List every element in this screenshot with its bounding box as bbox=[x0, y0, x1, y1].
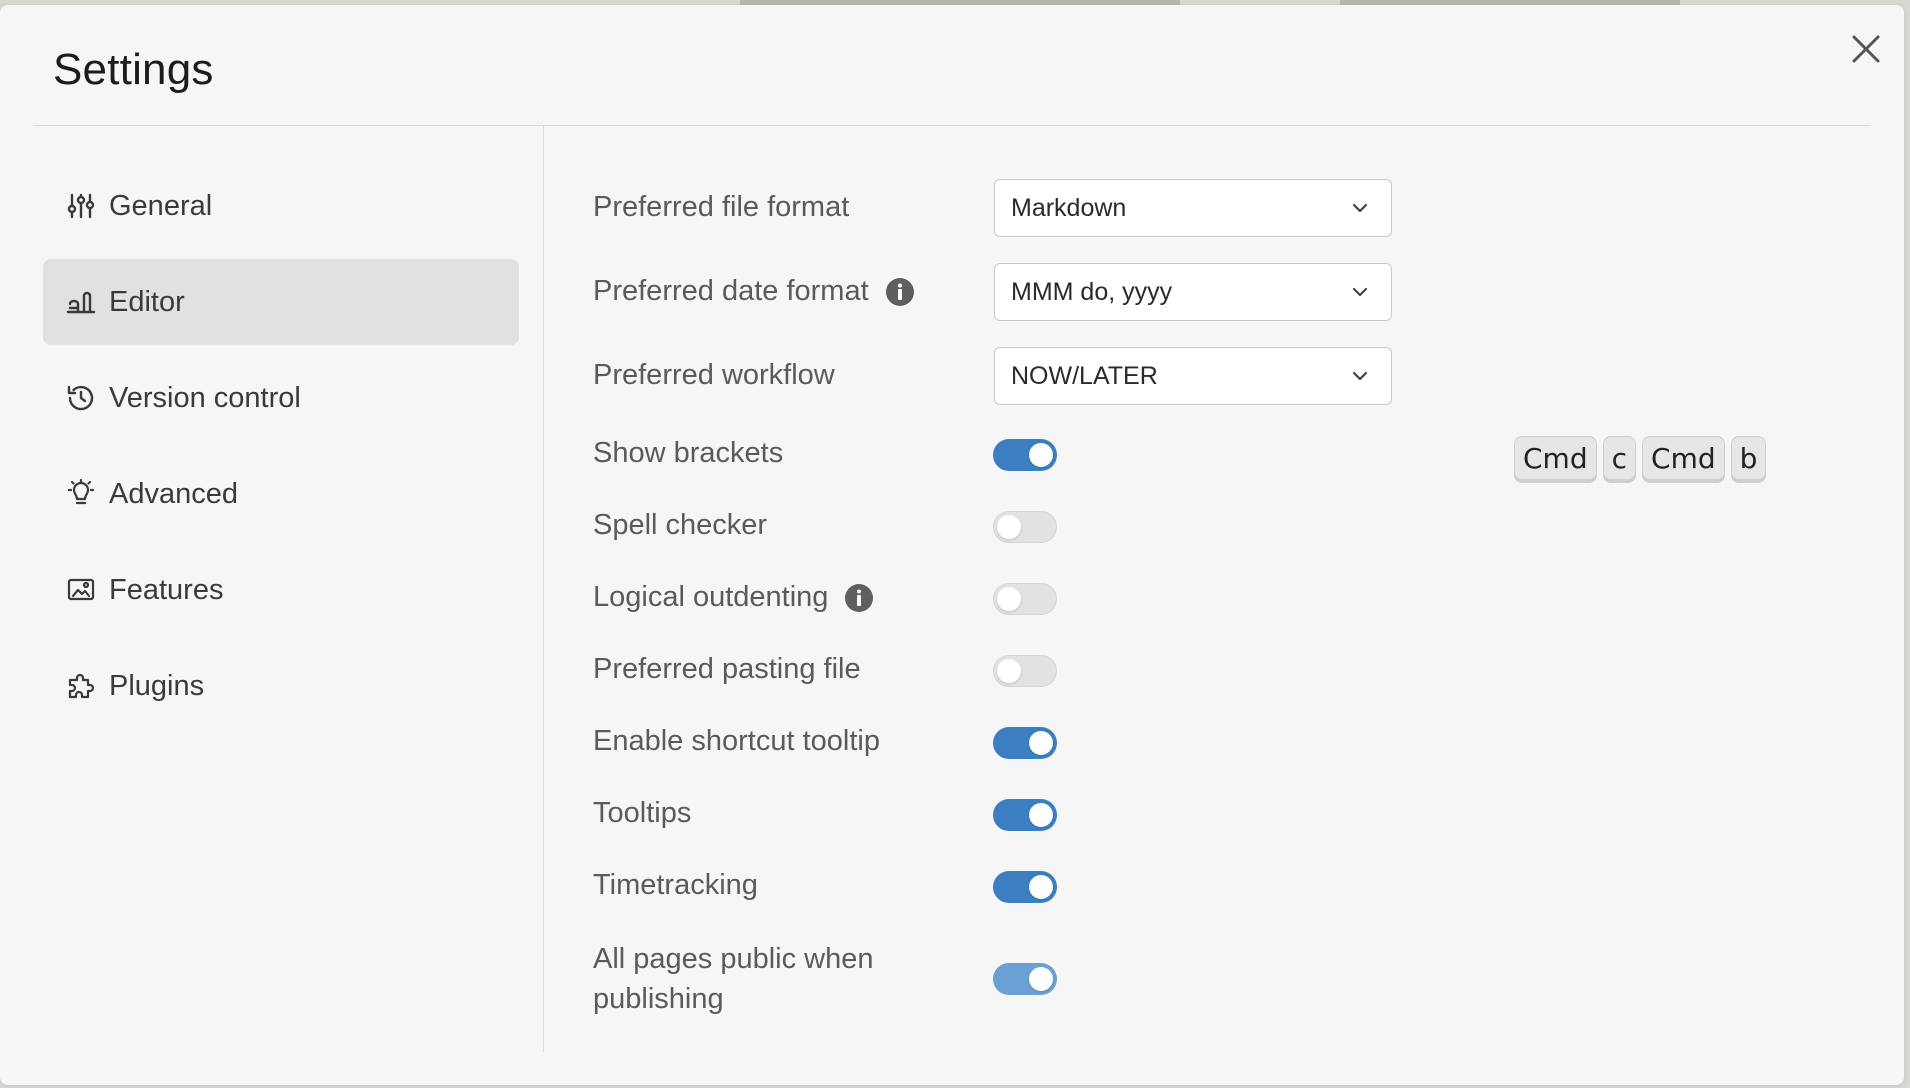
sidebar-divider bbox=[543, 126, 544, 1052]
tooltips-row: Tooltips bbox=[593, 797, 691, 830]
date-format-select[interactable]: MMM do, yyyy bbox=[994, 263, 1392, 321]
lightbulb-icon bbox=[65, 478, 97, 510]
toggle-knob bbox=[1029, 731, 1053, 755]
toggle-knob bbox=[997, 587, 1021, 611]
timetracking-toggle[interactable] bbox=[993, 871, 1057, 903]
sidebar-item-label: Version control bbox=[109, 381, 301, 414]
date-format-row: Preferred date format bbox=[593, 275, 915, 308]
toggle-knob bbox=[1029, 443, 1053, 467]
sidebar-item-plugins[interactable]: Plugins bbox=[43, 643, 519, 729]
kbd-key: c bbox=[1602, 436, 1637, 480]
puzzle-icon bbox=[65, 670, 97, 702]
show-brackets-row: Show brackets bbox=[593, 437, 783, 470]
date-format-label-text: Preferred date format bbox=[593, 275, 869, 307]
toggle-knob bbox=[997, 515, 1021, 539]
chevron-down-icon bbox=[1352, 287, 1368, 297]
shortcut-tooltip-label: Enable shortcut tooltip bbox=[593, 725, 880, 757]
history-icon bbox=[65, 382, 97, 414]
pages-public-label-line1: All pages public when bbox=[593, 943, 874, 975]
sidebar-item-label: Features bbox=[109, 573, 224, 606]
sidebar-item-general[interactable]: General bbox=[43, 163, 519, 249]
toggle-knob bbox=[1029, 967, 1053, 991]
show-brackets-label: Show brackets bbox=[593, 437, 784, 469]
sidebar-item-advanced[interactable]: Advanced bbox=[43, 451, 519, 537]
tooltips-toggle[interactable] bbox=[993, 799, 1057, 831]
shortcut-tooltip-toggle[interactable] bbox=[993, 727, 1057, 759]
sidebar-item-label: Editor bbox=[109, 285, 185, 318]
pages-public-label-line2: publishing bbox=[593, 983, 724, 1015]
pasting-file-toggle[interactable] bbox=[993, 655, 1057, 687]
close-button[interactable] bbox=[1844, 27, 1888, 71]
settings-sidebar: General Editor Version control Advanced … bbox=[43, 163, 519, 739]
sidebar-item-editor[interactable]: Editor bbox=[43, 259, 519, 345]
info-icon[interactable] bbox=[885, 277, 915, 307]
spell-checker-toggle[interactable] bbox=[993, 511, 1057, 543]
sidebar-item-label: General bbox=[109, 189, 213, 222]
sidebar-item-features[interactable]: Features bbox=[43, 547, 519, 633]
file-format-row: Preferred file format bbox=[593, 191, 849, 224]
toggle-knob bbox=[1029, 803, 1053, 827]
dialog-title: Settings bbox=[53, 45, 214, 94]
file-format-select[interactable]: Markdown bbox=[994, 179, 1392, 237]
pasting-file-row: Preferred pasting file bbox=[593, 653, 861, 686]
kbd-key: b bbox=[1730, 436, 1767, 480]
logical-outdenting-row: Logical outdenting bbox=[593, 581, 874, 614]
file-format-value: Markdown bbox=[1011, 193, 1127, 222]
logical-outdenting-toggle[interactable] bbox=[993, 583, 1057, 615]
settings-dialog: Settings General Editor Version control … bbox=[0, 5, 1904, 1085]
toggle-knob bbox=[997, 659, 1021, 683]
logical-outdenting-label-text: Logical outdenting bbox=[593, 581, 829, 613]
pages-public-row: All pages public when publishing bbox=[593, 939, 874, 1019]
logical-outdenting-label: Logical outdenting bbox=[593, 581, 874, 614]
tooltips-label: Tooltips bbox=[593, 797, 692, 829]
sidebar-item-version-control[interactable]: Version control bbox=[43, 355, 519, 441]
header-divider bbox=[33, 125, 1871, 126]
sliders-icon bbox=[65, 190, 97, 222]
shortcut-keys: Cmd c Cmd b bbox=[1514, 436, 1767, 480]
timetracking-row: Timetracking bbox=[593, 869, 758, 902]
sidebar-item-label: Advanced bbox=[109, 477, 238, 510]
sidebar-item-label: Plugins bbox=[109, 669, 205, 702]
workflow-value: NOW/LATER bbox=[1011, 361, 1158, 390]
date-format-label: Preferred date format bbox=[593, 275, 915, 308]
chevron-down-icon bbox=[1352, 203, 1368, 213]
spell-checker-row: Spell checker bbox=[593, 509, 767, 542]
workflow-row: Preferred workflow bbox=[593, 359, 835, 392]
info-icon[interactable] bbox=[844, 583, 874, 613]
kbd-key: Cmd bbox=[1642, 436, 1725, 480]
pasting-file-label: Preferred pasting file bbox=[593, 653, 861, 685]
date-format-value: MMM do, yyyy bbox=[1011, 277, 1173, 306]
picture-icon bbox=[65, 574, 97, 606]
kbd-key: Cmd bbox=[1514, 436, 1597, 480]
show-brackets-toggle[interactable] bbox=[993, 439, 1057, 471]
file-format-label: Preferred file format bbox=[593, 191, 850, 223]
shortcut-tooltip-row: Enable shortcut tooltip bbox=[593, 725, 880, 758]
spell-checker-label: Spell checker bbox=[593, 509, 768, 541]
pages-public-toggle[interactable] bbox=[993, 963, 1057, 995]
close-icon bbox=[1852, 35, 1880, 63]
chevron-down-icon bbox=[1352, 371, 1368, 381]
timetracking-label: Timetracking bbox=[593, 869, 758, 901]
editor-icon bbox=[65, 286, 97, 318]
workflow-select[interactable]: NOW/LATER bbox=[994, 347, 1392, 405]
workflow-label: Preferred workflow bbox=[593, 359, 835, 391]
toggle-knob bbox=[1029, 875, 1053, 899]
